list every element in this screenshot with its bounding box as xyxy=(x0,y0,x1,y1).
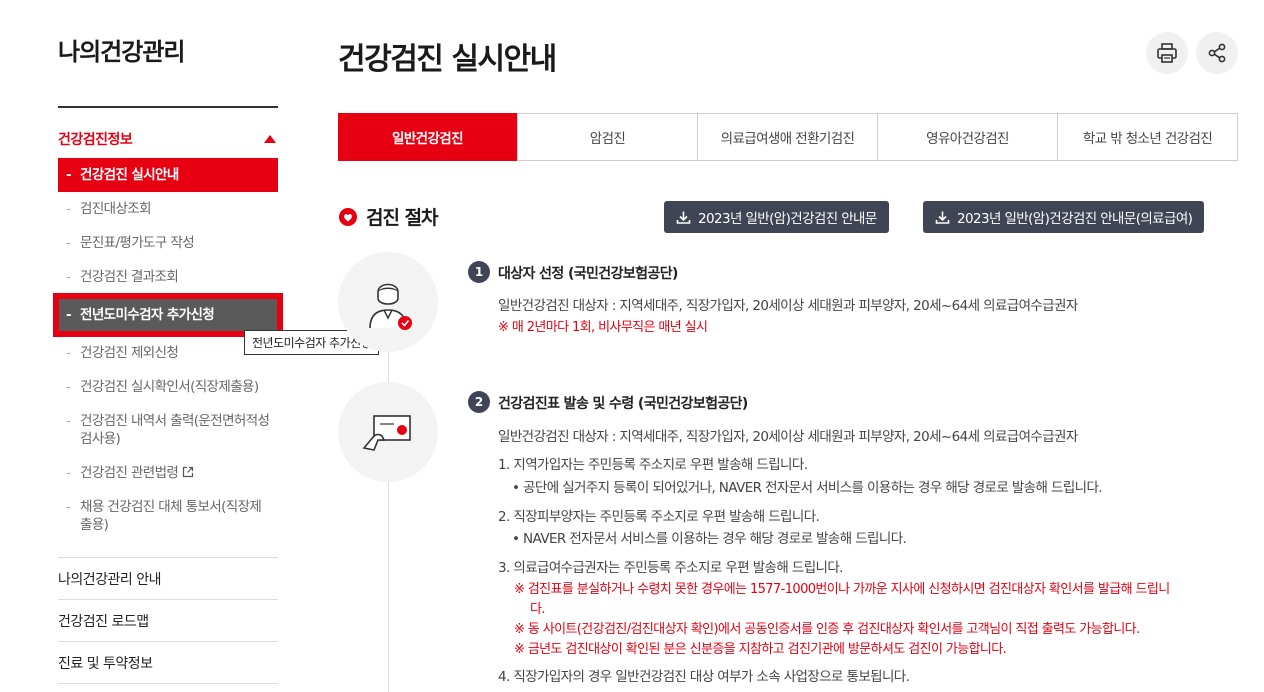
step-2-point-2-detail: • NAVER 전자문서 서비스를 이용하는 경우 해당 경로로 발송해 드립니… xyxy=(512,531,907,547)
sidebar-item-label: 건강검진 실시확인서(직장제출용) xyxy=(80,379,259,395)
step-2-note-3: ※ 금년도 검진대상이 확인된 분은 신분증을 지참하고 검진기관에 방문하셔도… xyxy=(514,642,1007,657)
sidebar-link-treatment-info[interactable]: 진료 및 투약정보 xyxy=(58,642,278,684)
step-1-description: 일반건강검진 대상자 : 지역세대주, 직장가입자, 20세이상 세대원과 피부… xyxy=(498,298,1078,314)
external-link-icon xyxy=(183,466,194,478)
sidebar-divider xyxy=(58,106,278,108)
tab-general-checkup[interactable]: 일반건강검진 xyxy=(338,113,517,161)
sidebar-item-label: 전년도미수검자 추가신청 xyxy=(80,307,215,323)
step-1-title: 대상자 선정 (국민건강보험공단) xyxy=(498,266,678,282)
print-button[interactable] xyxy=(1146,32,1188,74)
download-guide-medical-aid-label: 2023년 일반(암)건강검진 안내문(의료급여) xyxy=(957,211,1193,227)
download-icon xyxy=(676,211,691,224)
download-icon xyxy=(935,211,950,224)
page-title: 건강검진 실시안내 xyxy=(338,42,557,77)
sidebar-section-label: 건강검진정보 xyxy=(58,132,133,148)
sidebar-link-checkup-roadmap[interactable]: 건강검진 로드맵 xyxy=(58,600,278,642)
sidebar-item-label: 문진표/평가도구 작성 xyxy=(80,235,195,251)
sidebar-item-confirmation[interactable]: - 건강검진 실시확인서(직장제출용) xyxy=(58,370,278,404)
heart-pin-icon xyxy=(339,207,357,226)
step-2-note-1: ※ 검진표를 분실하거나 수령치 못한 경우에는 1577-1000번이나 가까… xyxy=(514,582,1170,597)
sidebar-item-statement-print[interactable]: - 건강검진 내역서 출력(운전면허적성검사용) xyxy=(58,404,278,456)
sidebar-item-label: 건강검진 실시안내 xyxy=(80,167,179,183)
doctor-icon xyxy=(369,283,412,330)
step-2-point-4: 4. 직장가입자의 경우 일반건강검진 대상 여부가 소속 사업장으로 통보됩니… xyxy=(498,669,910,685)
sidebar-item-label: 건강검진 내역서 출력(운전면허적성검사용) xyxy=(80,413,270,447)
step-1-illustration xyxy=(338,252,438,352)
download-guide-medical-aid-button[interactable]: 2023년 일반(암)건강검진 안내문(의료급여) xyxy=(923,201,1205,233)
sidebar-link-my-health-guide[interactable]: 나의건강관리 안내 xyxy=(58,558,278,600)
share-icon xyxy=(1208,43,1226,63)
download-guide-button[interactable]: 2023년 일반(암)건강검진 안내문 xyxy=(664,201,889,233)
tab-lifecycle-checkup[interactable]: 의료급여생애 전환기검진 xyxy=(697,114,877,160)
caret-up-icon xyxy=(264,135,276,143)
sidebar-item-label: 채용 건강검진 대체 통보서(직장제출용) xyxy=(80,499,262,533)
step-2-point-3: 3. 의료급여수급권자는 주민등록 주소지로 우편 발송해 드립니다. xyxy=(498,560,843,576)
section-header: 검진 절차 xyxy=(338,203,439,230)
step-2-number: 2 xyxy=(468,391,490,413)
sidebar-links: 나의건강관리 안내 건강검진 로드맵 진료 및 투약정보 xyxy=(58,557,278,684)
sidebar-item-additional-application[interactable]: - 전년도미수검자 추가신청 xyxy=(53,293,283,337)
sidebar-item-label: 건강검진 결과조회 xyxy=(80,269,179,285)
sidebar-item-laws[interactable]: - 건강검진 관련법령 xyxy=(58,456,278,490)
tab-infant-checkup[interactable]: 영유아건강검진 xyxy=(877,114,1057,160)
step-2-point-1-detail: • 공단에 실거주지 등록이 되어있거나, NAVER 전자문서 서비스를 이용… xyxy=(512,480,1103,496)
step-2-title: 건강검진표 발송 및 수령 (국민건강보험공단) xyxy=(498,396,748,412)
tab-cancer-checkup[interactable]: 암검진 xyxy=(517,114,697,160)
share-button[interactable] xyxy=(1196,32,1238,74)
card-icon xyxy=(362,415,411,451)
sidebar-item-employment-notice[interactable]: - 채용 건강검진 대체 통보서(직장제출용) xyxy=(58,490,278,542)
checkup-tabs: 일반건강검진 암검진 의료급여생애 전환기검진 영유아건강검진 학교 밖 청소년… xyxy=(338,113,1238,161)
timeline-line xyxy=(388,300,389,692)
step-2-point-2: 2. 직장피부양자는 주민등록 주소지로 우편 발송해 드립니다. xyxy=(498,509,820,525)
step-1-number: 1 xyxy=(468,261,490,283)
section-title: 검진 절차 xyxy=(366,207,439,229)
sidebar-item-label: 검진대상조회 xyxy=(80,201,152,217)
step-2-illustration xyxy=(338,382,438,482)
step-2-description: 일반건강검진 대상자 : 지역세대주, 직장가입자, 20세이상 세대원과 피부… xyxy=(498,429,1078,445)
step-2-note-2: ※ 동 사이트(건강검진/검진대상자 확인)에서 공동인증서를 인증 후 검진대… xyxy=(514,622,1140,637)
sidebar-section-health-checkup[interactable]: 건강검진정보 xyxy=(58,126,278,152)
sidebar-item-checkup-guide[interactable]: - 건강검진 실시안내 xyxy=(58,158,278,192)
sidebar-item-results[interactable]: - 건강검진 결과조회 xyxy=(58,260,278,294)
step-1-note: ※ 매 2년마다 1회, 비사무직은 매년 실시 xyxy=(498,320,708,335)
step-2-point-1: 1. 지역가입자는 주민등록 주소지로 우편 발송해 드립니다. xyxy=(498,457,808,473)
sidebar-item-target-lookup[interactable]: - 검진대상조회 xyxy=(58,192,278,226)
sidebar-title: 나의건강관리 xyxy=(58,38,185,66)
print-icon xyxy=(1157,43,1177,63)
download-guide-label: 2023년 일반(암)건강검진 안내문 xyxy=(698,211,877,227)
tab-youth-checkup[interactable]: 학교 밖 청소년 건강검진 xyxy=(1057,114,1237,160)
step-2-note-1-cont: 다. xyxy=(530,602,546,617)
sidebar-item-label: 건강검진 제외신청 xyxy=(80,345,179,361)
sidebar-item-questionnaire[interactable]: - 문진표/평가도구 작성 xyxy=(58,226,278,260)
sidebar-item-label: 건강검진 관련법령 xyxy=(80,465,179,481)
